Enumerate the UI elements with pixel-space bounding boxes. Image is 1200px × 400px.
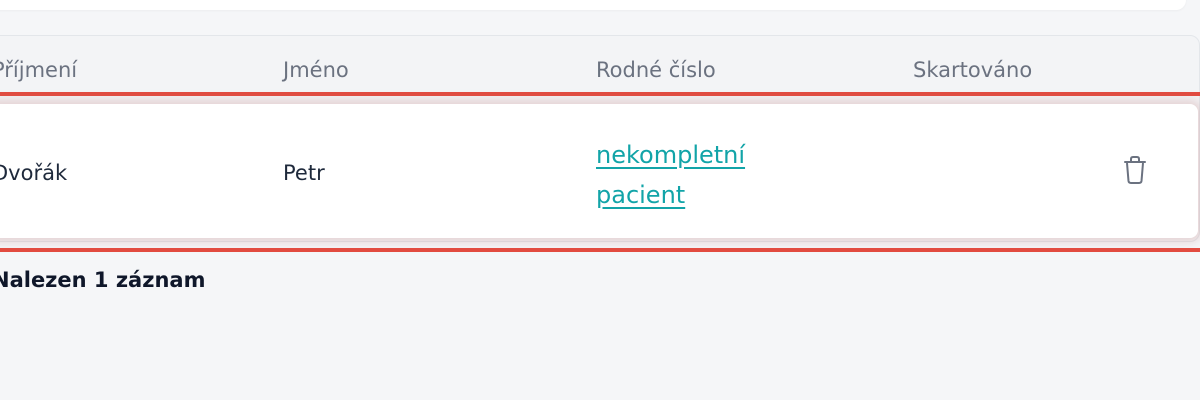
table-header: Příjmení Jméno Rodné číslo Skartováno [0,35,1200,93]
cell-jmeno: Petr [283,161,325,185]
result-count: Nalezen 1 záznam [0,268,206,292]
trash-icon[interactable] [1122,155,1148,185]
link-line-2: pacient [596,181,686,209]
highlight-line-bottom [0,248,1200,252]
top-panel [0,0,1186,10]
column-header-skartovano[interactable]: Skartováno [913,58,1032,82]
highlight-line-top [0,92,1200,96]
cell-prijmeni: Dvořák [0,161,68,185]
records-page: Příjmení Jméno Rodné číslo Skartováno Dv… [0,0,1200,400]
column-header-jmeno[interactable]: Jméno [283,58,349,82]
link-line-1: nekompletní [596,141,746,169]
incomplete-patient-link[interactable]: nekompletní pacient [596,135,745,215]
column-header-rodne-cislo[interactable]: Rodné číslo [596,58,716,82]
column-header-prijmeni[interactable]: Příjmení [0,58,77,82]
